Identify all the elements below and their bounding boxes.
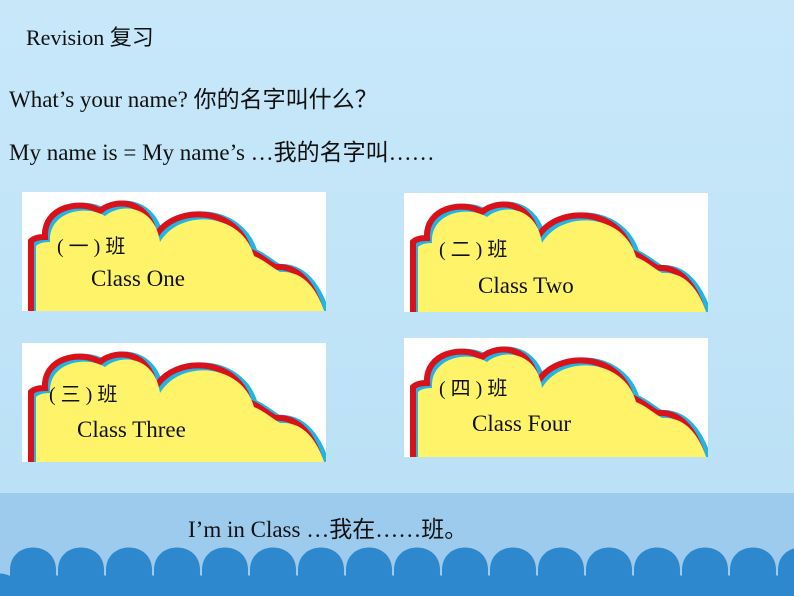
arch-decoration — [0, 547, 794, 596]
class-card-four: ( 四 ) 班 Class Four — [404, 338, 708, 457]
class-label-cn: ( 四 ) 班 — [439, 378, 508, 400]
class-label-en: Class One — [91, 266, 185, 291]
class-label-cn: ( 三 ) 班 — [49, 384, 118, 406]
class-label-en: Class Two — [478, 273, 574, 298]
class-card-two: ( 二 ) 班 Class Two — [404, 193, 708, 312]
cloud-fill — [36, 359, 325, 462]
class-card-one: ( 一 ) 班 Class One — [22, 192, 326, 311]
class-label-en: Class Three — [77, 417, 186, 442]
class-label-cn: ( 一 ) 班 — [57, 236, 126, 258]
slide-title: Revision 复习 — [26, 25, 154, 50]
question-line: What’s your name? 你的名字叫什么？ — [9, 87, 378, 112]
cloud-fill — [36, 208, 325, 311]
class-label-en: Class Four — [472, 411, 572, 436]
cloud-fill — [418, 354, 707, 457]
class-card-three: ( 三 ) 班 Class Three — [22, 343, 326, 462]
answer-line: My name is = My name’s …我的名字叫…… — [9, 140, 435, 165]
class-label-cn: ( 二 ) 班 — [439, 239, 508, 261]
